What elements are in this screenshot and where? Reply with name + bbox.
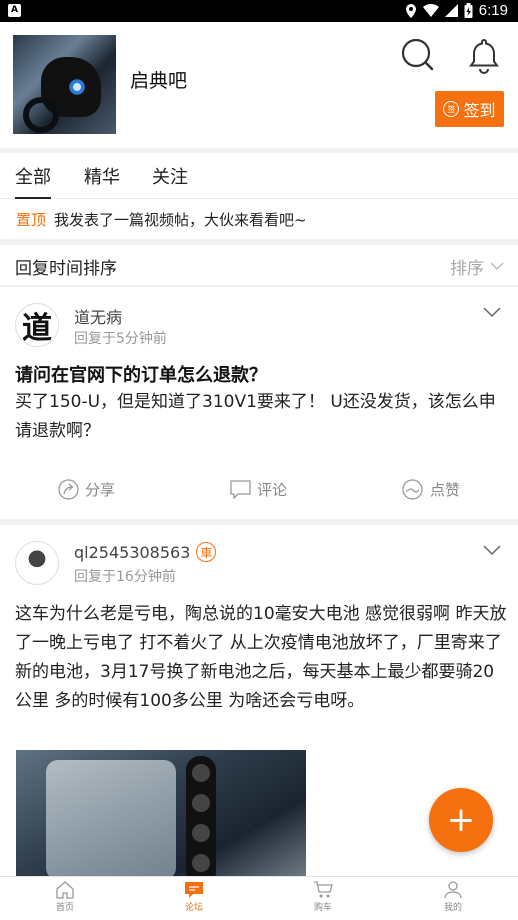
- cart-icon: [314, 881, 333, 898]
- post-body: 买了150-U，但是知道了310V1要来了！ U还没发货，该怎么申请退款啊？: [15, 392, 496, 441]
- nav-buy-car-label: 购车: [313, 903, 332, 913]
- like-button[interactable]: 点赞: [401, 479, 460, 500]
- nav-forum[interactable]: 论坛: [164, 881, 224, 913]
- nav-profile-label: 我的: [443, 903, 462, 913]
- post-body: 这车为什么老是亏电，陶总说的10毫安大电池 感觉很弱啊 昨天放了一晚上亏电了 打…: [15, 604, 507, 711]
- nav-home[interactable]: 首页: [35, 881, 95, 913]
- comment-label: 评论: [257, 481, 288, 499]
- like-icon: [402, 479, 423, 500]
- avatar[interactable]: [15, 541, 59, 585]
- filter-tabs: 全部 精华 关注: [0, 153, 518, 200]
- location-icon: [405, 3, 416, 18]
- sort-mode-label: 回复时间排序: [15, 259, 117, 279]
- forum-icon: [185, 882, 203, 898]
- notification-button[interactable]: [464, 36, 504, 76]
- sign-icon: 签: [443, 101, 460, 117]
- forum-cover-image: [13, 35, 116, 134]
- pinned-post[interactable]: 置顶 我发表了一篇视频帖，大伙来看看吧~: [0, 199, 518, 239]
- post-title: 请问在官网下的订单怎么退款？: [15, 365, 267, 386]
- post-username[interactable]: ql2545308563 車: [74, 542, 217, 562]
- like-label: 点赞: [430, 481, 461, 499]
- nav-buy-car[interactable]: 购车: [293, 881, 353, 913]
- sign-in-label: 签到: [463, 101, 496, 120]
- username-text: 道无病: [74, 308, 123, 327]
- nav-profile[interactable]: 我的: [423, 881, 483, 913]
- sort-dropdown[interactable]: 排序: [450, 254, 504, 279]
- nav-forum-label: 论坛: [184, 903, 203, 913]
- bell-icon: [469, 38, 499, 74]
- post-card[interactable]: 道 道无病 回复于5分钟前 请问在官网下的订单怎么退款？ 买了150-U，但是知…: [0, 287, 518, 519]
- post-time: 回复于16分钟前: [74, 569, 176, 585]
- share-icon: [58, 479, 79, 500]
- wifi-icon: [422, 4, 439, 17]
- username-text: ql2545308563: [74, 542, 191, 562]
- forum-name: 启典吧: [130, 70, 188, 92]
- chevron-down-icon[interactable]: [483, 307, 501, 318]
- comment-icon: [230, 480, 251, 499]
- avatar[interactable]: 道: [15, 303, 59, 347]
- post-image[interactable]: [16, 750, 306, 877]
- tab-following[interactable]: 关注: [152, 163, 188, 189]
- chevron-down-icon[interactable]: [483, 545, 501, 556]
- profile-icon: [444, 881, 462, 899]
- post-time: 回复于5分钟前: [74, 331, 167, 347]
- bottom-nav: 首页 论坛 购车 我的: [0, 876, 518, 920]
- status-icons: 6:19: [405, 2, 508, 19]
- search-button[interactable]: [398, 36, 438, 76]
- pinned-badge: 置顶: [16, 210, 47, 229]
- clock: 6:19: [478, 2, 508, 19]
- search-icon: [401, 38, 434, 71]
- chevron-down-icon: [490, 262, 504, 271]
- tab-featured[interactable]: 精华: [84, 163, 120, 189]
- level-badge: 車: [196, 542, 217, 562]
- sign-in-button[interactable]: 签 签到: [435, 91, 504, 127]
- plus-icon: +: [446, 800, 476, 840]
- tab-all[interactable]: 全部: [15, 163, 51, 200]
- share-label: 分享: [85, 481, 116, 499]
- battery-icon: [464, 3, 473, 18]
- app-notification-icon: A: [8, 4, 21, 17]
- post-actions: 分享 评论 点赞: [0, 479, 518, 505]
- nav-home-label: 首页: [55, 903, 74, 913]
- comment-button[interactable]: 评论: [230, 479, 287, 500]
- sort-dropdown-label: 排序: [450, 259, 484, 279]
- share-button[interactable]: 分享: [58, 479, 115, 500]
- pinned-text: 我发表了一篇视频帖，大伙来看看吧~: [54, 210, 307, 229]
- post-username[interactable]: 道无病: [74, 304, 122, 328]
- sort-bar: 回复时间排序 排序: [0, 245, 518, 286]
- home-icon: [56, 881, 74, 899]
- signal-icon: [444, 4, 458, 17]
- new-post-button[interactable]: +: [429, 788, 493, 852]
- forum-header: 启典吧 签 签到: [0, 22, 518, 148]
- status-bar: A 6:19: [0, 0, 518, 22]
